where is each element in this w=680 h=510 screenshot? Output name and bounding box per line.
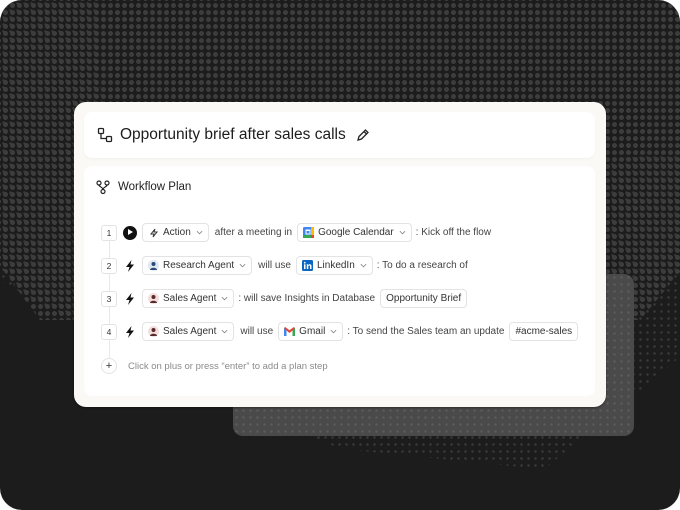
step-description: : To send the Sales team an update [347, 326, 505, 337]
chevron-down-icon [330, 329, 337, 334]
chevron-down-icon [360, 263, 367, 268]
research-agent-avatar [148, 260, 159, 271]
workflow-plan-panel: Workflow Plan 1 Action after a meeting i… [84, 166, 595, 396]
step-connector-text: after a meeting in [214, 227, 293, 238]
chevron-down-icon [196, 230, 203, 235]
chevron-down-icon [239, 263, 246, 268]
actor-label: Research Agent [163, 260, 235, 271]
actor-label: Action [163, 227, 191, 238]
gmail-icon [284, 326, 296, 337]
google-calendar-icon [303, 227, 315, 238]
workflow-title: Opportunity brief after sales calls [120, 126, 346, 143]
database-tag[interactable]: Opportunity Brief [380, 289, 468, 308]
step-description: : To do a research of [376, 260, 468, 271]
actor-label: Sales Agent [163, 326, 217, 337]
tool-dropdown[interactable]: Gmail [278, 322, 344, 341]
workflow-branch-icon [96, 180, 110, 194]
tool-label: Gmail [299, 326, 326, 337]
channel-tag[interactable]: #acme-sales [509, 322, 579, 341]
step-connector-text: will use [258, 260, 291, 271]
play-icon [123, 225, 137, 240]
chevron-down-icon [399, 230, 406, 235]
workflow-title-bar: Opportunity brief after sales calls [84, 112, 595, 158]
workflow-card: Opportunity brief after sales calls Work… [74, 102, 606, 407]
sales-agent-avatar [148, 326, 159, 337]
tool-label: LinkedIn [316, 260, 355, 271]
lightning-icon [123, 259, 137, 273]
plan-step: 3 Sales Agent : will save Insights in Da… [101, 289, 468, 308]
tool-dropdown[interactable]: Google Calendar [297, 223, 412, 242]
actor-label: Sales Agent [163, 293, 217, 304]
step-number: 1 [101, 224, 117, 241]
pencil-icon[interactable] [356, 128, 370, 142]
sales-agent-avatar [148, 293, 159, 304]
plan-step: 2 Research Agent will use LinkedIn: To … [101, 256, 468, 275]
add-step-hint: Click on plus or press “enter” to add a … [128, 360, 328, 372]
add-step-button[interactable]: + [101, 358, 117, 374]
plan-step: 1 Action after a meeting in Google Calen… [101, 223, 491, 242]
add-step-row: + Click on plus or press “enter” to add … [101, 358, 328, 374]
step-description: : Kick off the flow [415, 227, 492, 238]
plan-header: Workflow Plan [96, 180, 191, 194]
step-number: 3 [101, 290, 117, 307]
chevron-down-icon [221, 329, 228, 334]
step-number: 2 [101, 257, 117, 274]
workflow-nodes-icon [97, 127, 113, 143]
lightning-outline-icon [148, 227, 159, 238]
step-connector-text: will use [240, 326, 274, 337]
plan-step: 4 Sales Agent will use Gmail: To send t… [101, 322, 579, 341]
lightning-icon [123, 325, 137, 339]
plan-title: Workflow Plan [118, 181, 192, 193]
tool-label: Google Calendar [318, 227, 394, 238]
lightning-icon [123, 292, 137, 306]
actor-dropdown[interactable]: Action [142, 223, 209, 242]
step-number: 4 [101, 323, 117, 340]
linkedin-icon [301, 260, 313, 271]
chevron-down-icon [221, 296, 228, 301]
step-connector-text: : will save Insights in Database [238, 293, 376, 304]
actor-dropdown[interactable]: Sales Agent [142, 322, 235, 341]
actor-dropdown[interactable]: Sales Agent [142, 289, 235, 308]
tool-dropdown[interactable]: LinkedIn [295, 256, 373, 275]
actor-dropdown[interactable]: Research Agent [142, 256, 253, 275]
background-frame: Opportunity brief after sales calls Work… [0, 0, 680, 510]
